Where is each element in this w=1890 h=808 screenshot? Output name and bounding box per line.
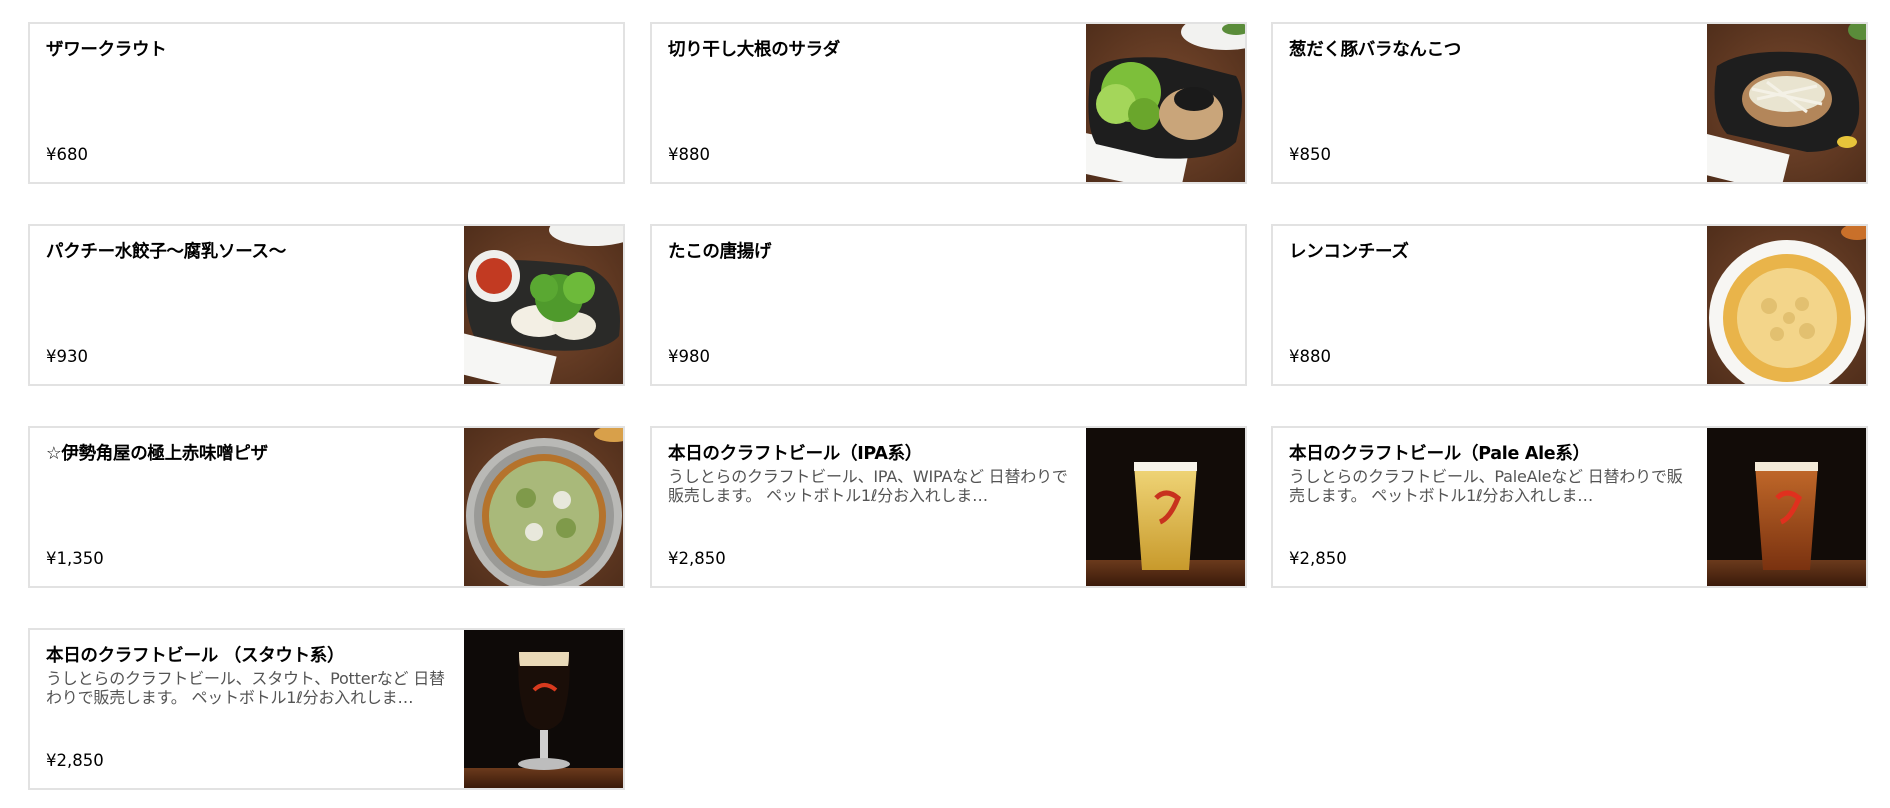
menu-item-price: ¥880 [1289, 347, 1331, 366]
pale-ale-beer-glass-photo [1707, 428, 1866, 586]
menu-item-title: レンコンチーズ [1289, 242, 1409, 262]
menu-item-card[interactable]: レンコンチーズ ¥880 [1271, 224, 1868, 386]
menu-item-card[interactable]: 切り干し大根のサラダ ¥880 [650, 22, 1247, 184]
menu-item-description: うしとらのクラフトビール、IPA、WIPAなど 日替わりで販売します。 ペットボ… [668, 467, 1068, 505]
menu-item-title: 本日のクラフトビール（IPA系） [668, 444, 922, 464]
menu-item-title: 切り干し大根のサラダ [668, 40, 840, 60]
menu-item-price: ¥850 [1289, 145, 1331, 164]
menu-item-title: たこの唐揚げ [668, 242, 772, 262]
menu-item-price: ¥680 [46, 145, 88, 164]
menu-grid: ザワークラウト ¥680 切り干し大根のサラダ ¥880 葱だく豚バラなんこつ … [0, 0, 1890, 808]
menu-item-card[interactable]: 葱だく豚バラなんこつ ¥850 [1271, 22, 1868, 184]
menu-item-card[interactable]: 本日のクラフトビール （スタウト系） うしとらのクラフトビール、スタウト、Pot… [28, 628, 625, 790]
menu-item-description: うしとらのクラフトビール、スタウト、Potterなど 日替わりで販売します。 ペ… [46, 669, 445, 707]
menu-item-card[interactable]: パクチー水餃子〜腐乳ソース〜 ¥930 [28, 224, 625, 386]
menu-item-price: ¥980 [668, 347, 710, 366]
menu-item-price: ¥2,850 [1289, 549, 1347, 568]
menu-item-card[interactable]: 本日のクラフトビール（IPA系） うしとらのクラフトビール、IPA、WIPAなど… [650, 426, 1247, 588]
menu-item-card[interactable]: たこの唐揚げ ¥980 [650, 224, 1247, 386]
pork-cartilage-photo [1707, 24, 1866, 182]
menu-item-title: ☆伊勢角屋の極上赤味噌ピザ [46, 444, 268, 464]
daikon-salad-photo [1086, 24, 1245, 182]
menu-item-price: ¥2,850 [668, 549, 726, 568]
menu-item-title: ザワークラウト [46, 40, 167, 60]
miso-pizza-photo [464, 428, 623, 586]
menu-item-price: ¥1,350 [46, 549, 104, 568]
coriander-dumplings-photo [464, 226, 623, 384]
stout-beer-glass-photo [464, 630, 623, 788]
ipa-beer-glass-photo [1086, 428, 1245, 586]
menu-item-card[interactable]: 本日のクラフトビール（Pale Ale系） うしとらのクラフトビール、PaleA… [1271, 426, 1868, 588]
menu-item-card[interactable]: ザワークラウト ¥680 [28, 22, 625, 184]
menu-item-card[interactable]: ☆伊勢角屋の極上赤味噌ピザ ¥1,350 [28, 426, 625, 588]
menu-item-title: 本日のクラフトビール（Pale Ale系） [1289, 444, 1590, 464]
menu-item-price: ¥930 [46, 347, 88, 366]
menu-item-title: 葱だく豚バラなんこつ [1289, 40, 1461, 60]
menu-item-title: パクチー水餃子〜腐乳ソース〜 [46, 242, 286, 262]
menu-item-price: ¥2,850 [46, 751, 104, 770]
menu-item-title: 本日のクラフトビール （スタウト系） [46, 646, 345, 666]
menu-item-description: うしとらのクラフトビール、PaleAleなど 日替わりで販売します。 ペットボト… [1289, 467, 1683, 505]
lotus-cheese-photo [1707, 226, 1866, 384]
menu-item-price: ¥880 [668, 145, 710, 164]
